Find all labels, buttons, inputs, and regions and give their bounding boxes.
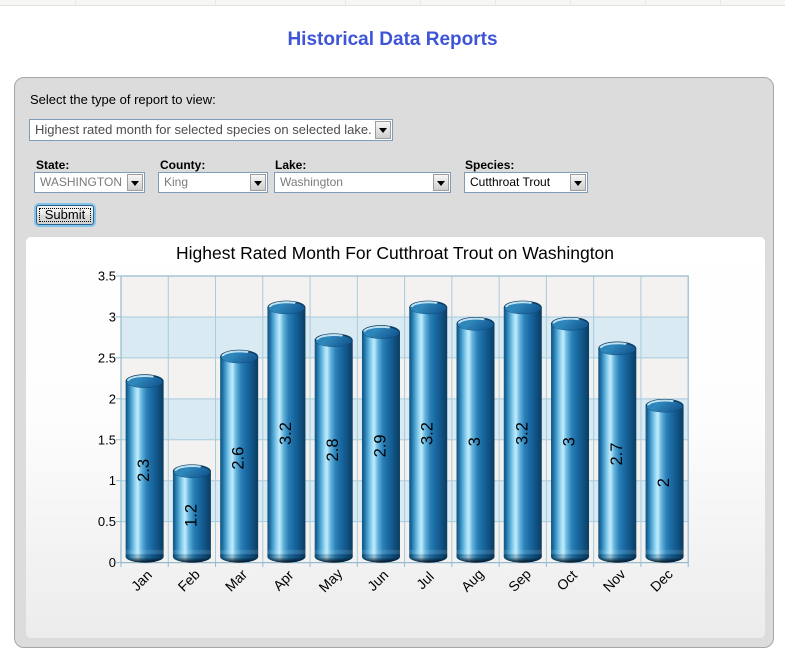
svg-text:2.6: 2.6 [230,447,248,470]
svg-text:0.5: 0.5 [98,514,116,529]
svg-text:1.5: 1.5 [98,432,116,447]
svg-text:2.3: 2.3 [135,459,153,482]
svg-text:3: 3 [466,437,484,446]
svg-text:2.7: 2.7 [608,443,626,466]
svg-text:Jul: Jul [413,568,437,592]
svg-text:1: 1 [109,473,116,488]
svg-text:0: 0 [109,555,116,570]
svg-text:3: 3 [109,309,116,324]
svg-text:3: 3 [561,437,579,446]
svg-text:Mar: Mar [222,566,251,595]
svg-text:Highest Rated Month For Cutthr: Highest Rated Month For Cutthroat Trout … [176,243,614,263]
svg-text:Aug: Aug [458,566,487,595]
svg-text:Dec: Dec [647,566,676,595]
svg-text:2.5: 2.5 [98,350,116,365]
svg-text:3.5: 3.5 [98,269,116,284]
svg-text:Jun: Jun [364,567,391,594]
svg-text:May: May [315,565,345,595]
svg-text:Apr: Apr [270,567,297,594]
svg-text:Sep: Sep [505,566,534,595]
svg-text:Nov: Nov [600,566,629,595]
svg-text:2: 2 [655,478,673,487]
svg-text:3.2: 3.2 [513,422,531,445]
svg-text:3.2: 3.2 [277,422,295,445]
svg-text:3.2: 3.2 [419,422,437,445]
svg-text:Jan: Jan [128,567,155,594]
svg-text:2: 2 [109,391,116,406]
svg-text:Feb: Feb [175,566,204,595]
svg-text:1.2: 1.2 [182,504,200,527]
svg-text:2.8: 2.8 [324,438,342,461]
svg-text:2.9: 2.9 [371,434,389,457]
svg-text:Oct: Oct [553,567,580,594]
